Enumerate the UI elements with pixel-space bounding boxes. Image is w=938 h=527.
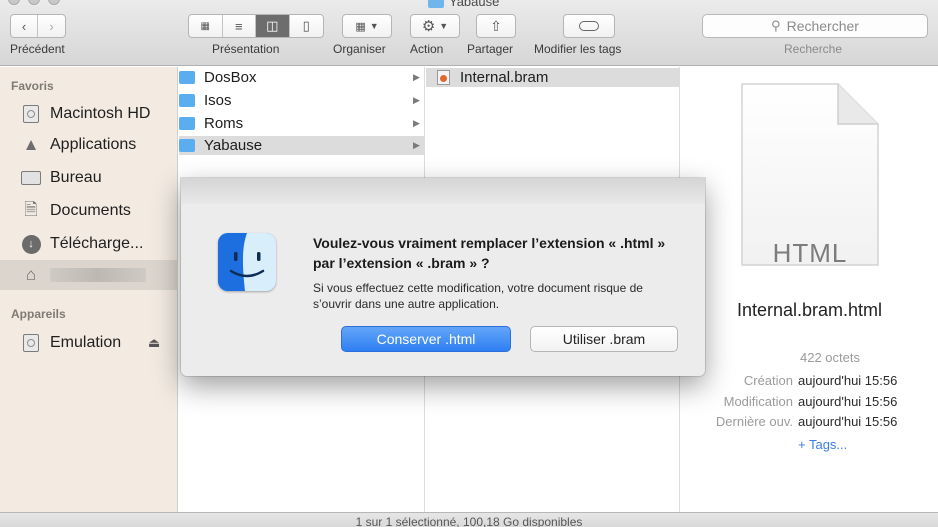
arrange-label: Organiser — [333, 42, 386, 56]
view-mode-control: ▦ ≡ ◫ ▯ — [188, 14, 324, 38]
back-button[interactable]: ‹ — [11, 15, 39, 37]
file-icon — [437, 70, 450, 85]
list-item[interactable]: Isos — [179, 91, 425, 110]
keep-html-button[interactable]: Conserver .html — [341, 326, 511, 352]
search-field[interactable]: ⚲ Rechercher — [702, 14, 928, 38]
folder-icon — [179, 71, 195, 84]
view-icons-button[interactable]: ▦ — [189, 15, 223, 37]
coverflow-icon: ▯ — [302, 18, 310, 33]
use-bram-button[interactable]: Utiliser .bram — [530, 326, 678, 352]
dialog-title: Voulez-vous vraiment remplacer l’extensi… — [313, 235, 666, 271]
minimize-window-button[interactable] — [28, 0, 40, 5]
sidebar-item-applications[interactable]: ▲ Applications — [0, 130, 178, 160]
view-columns-button[interactable]: ◫ — [256, 15, 290, 37]
chevron-left-icon: ‹ — [21, 18, 27, 34]
created-label: Création — [743, 373, 793, 388]
sidebar-item-home[interactable]: ⌂ — [0, 260, 178, 290]
applications-icon: ▲ — [22, 135, 40, 154]
status-text: 1 sur 1 sélectionné, 100,18 Go disponibl… — [355, 515, 583, 527]
search-icon: ⚲ — [771, 18, 781, 33]
list-item-selected[interactable]: Internal.bram — [426, 68, 680, 87]
list-item-selected[interactable]: Yabause — [179, 136, 425, 155]
edit-tags-button[interactable] — [563, 14, 615, 38]
dialog-header — [181, 178, 705, 204]
chevron-down-icon: ▼ — [439, 21, 449, 31]
sidebar-item-macintosh-hd[interactable]: Macintosh HD — [0, 99, 178, 129]
sidebar: Favoris Macintosh HD ▲ Applications Bure… — [0, 67, 178, 512]
document-preview-icon: HTML — [740, 82, 880, 268]
gear-icon: ⚙ — [421, 18, 436, 35]
search-label: Recherche — [784, 42, 843, 56]
status-bar: 1 sur 1 sélectionné, 100,18 Go disponibl… — [0, 512, 938, 527]
desktop-icon — [21, 168, 41, 188]
preview-filename: Internal.bram.html — [736, 300, 883, 320]
extension-change-dialog: Voulez-vous vraiment remplacer l’extensi… — [181, 178, 705, 376]
document-type-label: HTML — [772, 238, 848, 268]
preview-file-size: 422 octets — [800, 350, 860, 365]
disclosure-arrow-icon: ▶ — [413, 72, 420, 82]
add-tags-link[interactable]: + Tags... — [798, 437, 847, 452]
home-icon: ⌂ — [25, 265, 37, 284]
favorites-header: Favoris — [11, 79, 54, 93]
sidebar-item-bureau[interactable]: Bureau — [0, 163, 178, 193]
grid-icon: ▦ — [200, 20, 210, 32]
disclosure-arrow-icon: ▶ — [413, 140, 420, 150]
arrange-button[interactable]: ▦ ▼ — [342, 14, 392, 38]
sidebar-item-downloads[interactable]: ↓ Télécharge... — [0, 229, 178, 259]
chevron-right-icon: › — [49, 18, 54, 34]
last-opened-value: aujourd'hui 15:56 — [798, 414, 898, 429]
folder-icon — [179, 139, 195, 152]
eject-icon[interactable]: ⏏ — [148, 335, 160, 351]
folder-icon — [179, 94, 195, 107]
hard-drive-icon — [21, 333, 41, 353]
share-icon: ⇧ — [490, 17, 502, 34]
forward-button[interactable]: › — [38, 15, 65, 37]
list-item[interactable]: DosBox — [179, 68, 425, 87]
toolbar: Yabause ‹ › Précédent ▦ ≡ ◫ ▯ Présentati… — [0, 0, 938, 66]
view-label: Présentation — [212, 42, 280, 56]
redacted-username — [50, 268, 146, 282]
downloads-icon: ↓ — [21, 234, 41, 254]
back-forward-control: ‹ › — [10, 14, 66, 38]
dialog-message: Si vous effectuez cette modification, vo… — [313, 281, 643, 311]
hard-drive-icon — [21, 104, 41, 124]
arrange-grid-icon: ▦ — [355, 20, 366, 33]
window-title: Yabause — [428, 0, 499, 9]
tag-icon — [579, 21, 599, 31]
modified-label: Modification — [723, 394, 793, 409]
action-label: Action — [410, 42, 444, 56]
chevron-down-icon: ▼ — [369, 21, 379, 31]
folder-icon — [428, 0, 444, 8]
folder-icon — [179, 117, 195, 130]
list-item[interactable]: Roms — [179, 114, 425, 133]
view-list-button[interactable]: ≡ — [223, 15, 256, 37]
zoom-window-button[interactable] — [48, 0, 60, 5]
devices-header: Appareils — [11, 307, 66, 321]
disclosure-arrow-icon: ▶ — [413, 118, 420, 128]
back-label: Précédent — [10, 42, 65, 56]
columns-icon: ◫ — [266, 18, 279, 33]
documents-icon: 🗎 — [24, 199, 38, 219]
finder-icon — [218, 233, 276, 291]
modified-value: aujourd'hui 15:56 — [798, 394, 898, 409]
last-opened-label: Dernière ouv. — [715, 414, 793, 429]
close-window-button[interactable] — [8, 0, 20, 5]
search-placeholder: Rechercher — [786, 18, 859, 34]
list-icon: ≡ — [234, 18, 243, 34]
edit-tags-label: Modifier les tags — [534, 42, 622, 56]
preview-pane: HTML Internal.bram.html 422 octets Créat… — [681, 67, 938, 512]
view-coverflow-button[interactable]: ▯ — [290, 15, 323, 37]
sidebar-item-documents[interactable]: 🗎 Documents — [0, 196, 178, 226]
disclosure-arrow-icon: ▶ — [413, 95, 420, 105]
share-label: Partager — [467, 42, 514, 56]
created-value: aujourd'hui 15:56 — [798, 373, 898, 388]
share-button[interactable]: ⇧ — [476, 14, 516, 38]
action-button[interactable]: ⚙ ▼ — [410, 14, 460, 38]
